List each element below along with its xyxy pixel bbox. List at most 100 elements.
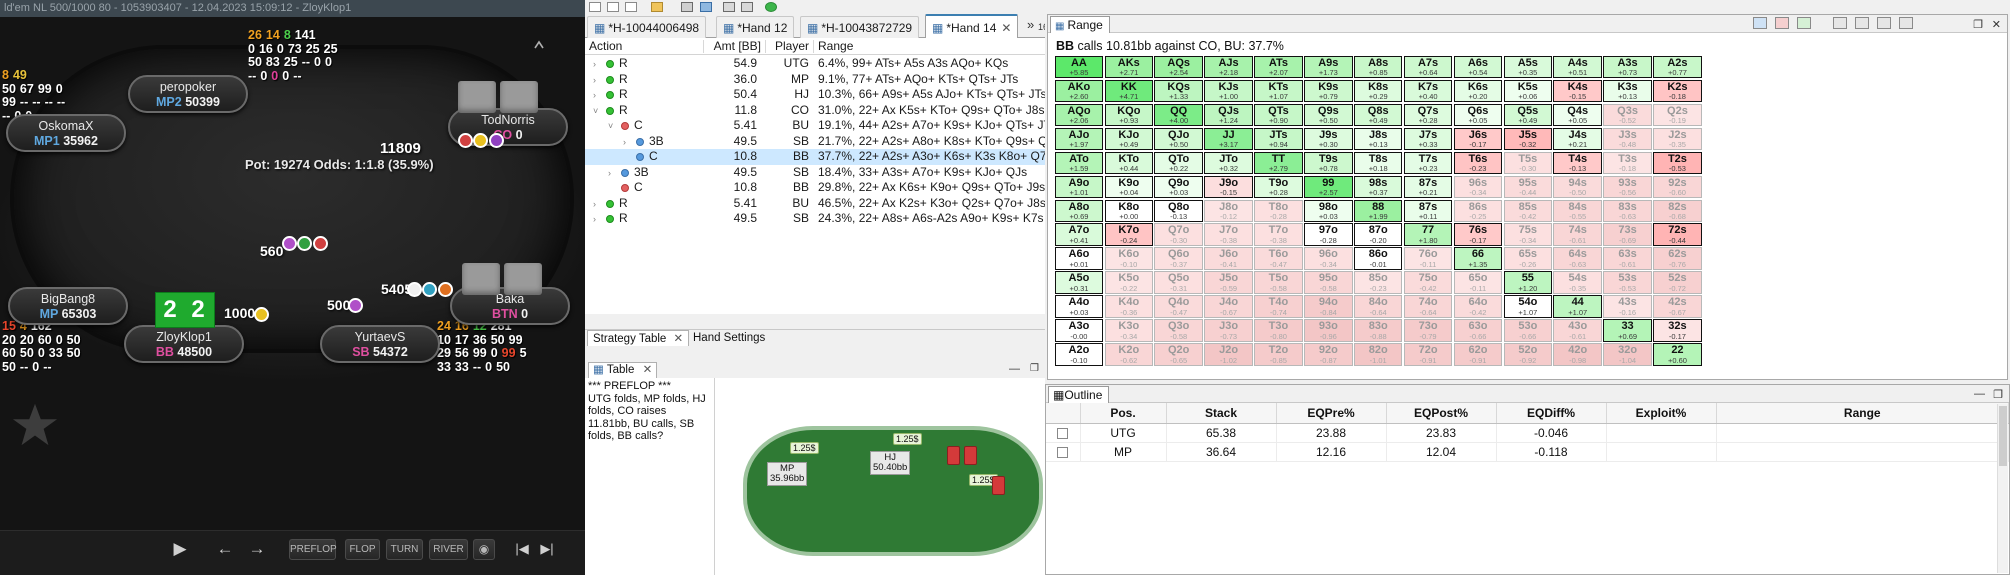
expand-arrow-icon[interactable]: › (593, 199, 602, 209)
range-cell-86s[interactable]: 86s -0.25 (1453, 199, 1503, 223)
range-cell-J4s[interactable]: J4s +0.21 (1553, 127, 1602, 151)
range-cell-QTs[interactable]: QTs +0.90 (1254, 103, 1303, 127)
range-cell-A4o[interactable]: A4o +0.03 (1054, 295, 1104, 318)
range-cell-J8s[interactable]: J8s +0.13 (1353, 127, 1403, 151)
range-cell-99[interactable]: 99 +2.57 (1304, 175, 1353, 199)
range-cell-KJo[interactable]: KJo +0.49 (1104, 127, 1154, 151)
range-cell-QJs[interactable]: QJs +1.24 (1204, 103, 1253, 127)
range-cell-94s[interactable]: 94s -0.50 (1553, 175, 1602, 199)
range-cell-32o[interactable]: 32o -1.04 (1603, 343, 1652, 366)
range-cell-K8s[interactable]: K8s +0.29 (1353, 79, 1403, 103)
range-cell-87o[interactable]: 87o -0.20 (1353, 223, 1403, 247)
keyboard-icon[interactable] (700, 2, 712, 12)
range-cell-KTs[interactable]: KTs +1.07 (1254, 79, 1303, 103)
range-cell-K8o[interactable]: K8o +0.00 (1104, 199, 1154, 223)
range-cell-Q7o[interactable]: Q7o -0.30 (1154, 223, 1203, 247)
range-view-icon-4[interactable] (1833, 17, 1847, 29)
range-cell-K5o[interactable]: K5o -0.22 (1104, 271, 1154, 294)
range-cell-T7s[interactable]: T7s +0.23 (1403, 151, 1453, 175)
range-cell-J3o[interactable]: J3o -0.73 (1204, 319, 1253, 342)
tree-row[interactable]: › R 50.4 HJ 10.3%, 66+ A9s+ A5s AJo+ KTs+ QT… (585, 87, 1045, 103)
range-cell-96s[interactable]: 96s -0.34 (1453, 175, 1503, 199)
first-hand-button[interactable]: |◀ (510, 537, 534, 561)
range-cell-87s[interactable]: 87s +0.21 (1403, 175, 1453, 199)
range-matrix[interactable]: AA +5.85 AKs +2.71 AQs +2.54 AJs +2.18 ATs +2.07 A… (1054, 55, 2006, 367)
range-cell-84o[interactable]: 84o -0.64 (1353, 295, 1403, 318)
range-cell-42o[interactable]: 42o -0.98 (1553, 343, 1602, 366)
range-cell-K4o[interactable]: K4o -0.36 (1104, 295, 1154, 318)
play-button[interactable]: ▶ (168, 537, 192, 561)
wrench-icon[interactable] (681, 2, 693, 12)
range-cell-AQs[interactable]: AQs +2.54 (1154, 55, 1203, 79)
range-cell-72o[interactable]: 72o -0.91 (1403, 343, 1453, 366)
range-cell-T4s[interactable]: T4s -0.13 (1553, 151, 1602, 175)
range-cell-A4s[interactable]: A4s +0.51 (1553, 55, 1602, 79)
range-cell-A7s[interactable]: A7s +0.64 (1403, 55, 1453, 79)
maximize-icon[interactable]: ❐ (1993, 388, 2003, 401)
range-cell-J7o[interactable]: J7o -0.38 (1204, 223, 1253, 247)
range-cell-53s[interactable]: 53s -0.53 (1603, 271, 1652, 294)
range-cell-64s[interactable]: 64s -0.63 (1553, 247, 1602, 271)
resize-handle-icon[interactable] (533, 38, 547, 52)
range-cell-77[interactable]: 77 +1.80 (1403, 223, 1453, 247)
tab-hand-14[interactable]: ▦ *Hand 14 ✕ (925, 14, 1019, 38)
range-cell-22[interactable]: 22 +0.60 (1653, 343, 1702, 366)
range-cell-K5s[interactable]: K5s +0.06 (1503, 79, 1553, 103)
player-seat-oskomax[interactable]: OskomaX MP1 35962 (6, 114, 126, 152)
range-cell-54s[interactable]: 54s -0.35 (1553, 271, 1602, 294)
range-cell-Q8o[interactable]: Q8o -0.13 (1154, 199, 1203, 223)
range-cell-T5o[interactable]: T5o -0.58 (1254, 271, 1303, 294)
tree-row[interactable]: C 10.8 BB 37.7%, 22+ A2s+ A3o+ K6s+ K3s K8o… (585, 149, 1045, 165)
range-cell-T2o[interactable]: T2o -0.85 (1254, 343, 1303, 366)
tab-hand-settings[interactable]: Hand Settings (688, 331, 770, 346)
range-cell-63o[interactable]: 63o -0.66 (1453, 319, 1503, 342)
tab-hand-3[interactable]: ▦ *H-10043872729 (800, 16, 920, 38)
range-cell-AJs[interactable]: AJs +2.18 (1204, 55, 1253, 79)
range-cell-K9o[interactable]: K9o +0.04 (1104, 175, 1154, 199)
range-cell-63s[interactable]: 63s -0.61 (1603, 247, 1652, 271)
range-cell-TT[interactable]: TT +2.79 (1254, 151, 1303, 175)
range-cell-T7o[interactable]: T7o -0.38 (1254, 223, 1303, 247)
maximize-icon[interactable]: ❐ (1030, 363, 1039, 374)
range-cell-Q6s[interactable]: Q6s +0.05 (1453, 103, 1503, 127)
tab-close-icon[interactable]: ✕ (1001, 21, 1011, 35)
street-button-river[interactable]: RIVER (429, 539, 468, 560)
range-cell-J6s[interactable]: J6s -0.17 (1453, 127, 1503, 151)
range-cell-A2s[interactable]: A2s +0.77 (1653, 55, 1702, 79)
range-cell-K7o[interactable]: K7o -0.24 (1104, 223, 1154, 247)
tab-hand-2[interactable]: ▦ *Hand 12 (716, 16, 795, 38)
range-cell-T6s[interactable]: T6s -0.23 (1453, 151, 1503, 175)
range-cell-T9s[interactable]: T9s +0.78 (1304, 151, 1353, 175)
range-cell-J2o[interactable]: J2o -1.02 (1204, 343, 1253, 366)
range-cell-93o[interactable]: 93o -0.96 (1304, 319, 1353, 342)
outline-col-stack[interactable]: Stack (1166, 403, 1277, 424)
range-cell-J5s[interactable]: J5s -0.32 (1503, 127, 1553, 151)
range-cell-K7s[interactable]: K7s +0.40 (1403, 79, 1453, 103)
range-cell-Q4o[interactable]: Q4o -0.47 (1154, 295, 1203, 318)
range-cell-98s[interactable]: 98s +0.37 (1353, 175, 1403, 199)
range-cell-62s[interactable]: 62s -0.76 (1653, 247, 1702, 271)
range-cell-65s[interactable]: 65s -0.26 (1503, 247, 1553, 271)
range-cell-85o[interactable]: 85o -0.23 (1353, 271, 1403, 294)
outline-col-pos[interactable]: Pos. (1080, 403, 1167, 424)
last-hand-button[interactable]: ▶| (535, 537, 559, 561)
range-cell-J2s[interactable]: J2s -0.35 (1653, 127, 1702, 151)
range-cell-86o[interactable]: 86o -0.01 (1353, 247, 1403, 271)
outline-col-range[interactable]: Range (1716, 403, 2009, 424)
range-cell-AKo[interactable]: AKo +2.60 (1054, 79, 1104, 103)
range-cell-JTs[interactable]: JTs +0.94 (1254, 127, 1303, 151)
range-cell-93s[interactable]: 93s -0.56 (1603, 175, 1652, 199)
range-cell-A2o[interactable]: A2o -0.10 (1054, 343, 1104, 366)
range-cell-K6o[interactable]: K6o -0.10 (1104, 247, 1154, 271)
range-cell-J9o[interactable]: J9o -0.15 (1204, 175, 1253, 199)
range-cell-JJ[interactable]: JJ +3.17 (1204, 127, 1253, 151)
tab-close-icon[interactable]: ✕ (643, 364, 653, 376)
range-cell-AKs[interactable]: AKs +2.71 (1104, 55, 1154, 79)
range-cell-Q2o[interactable]: Q2o -0.65 (1154, 343, 1203, 366)
range-cell-95s[interactable]: 95s -0.44 (1503, 175, 1553, 199)
range-cell-J5o[interactable]: J5o -0.59 (1204, 271, 1253, 294)
range-cell-T2s[interactable]: T2s -0.53 (1653, 151, 1702, 175)
tab-range[interactable]: ▦ Range (1050, 16, 1110, 33)
range-cell-66[interactable]: 66 +1.35 (1453, 247, 1503, 271)
street-button-flop[interactable]: FLOP (345, 539, 380, 560)
